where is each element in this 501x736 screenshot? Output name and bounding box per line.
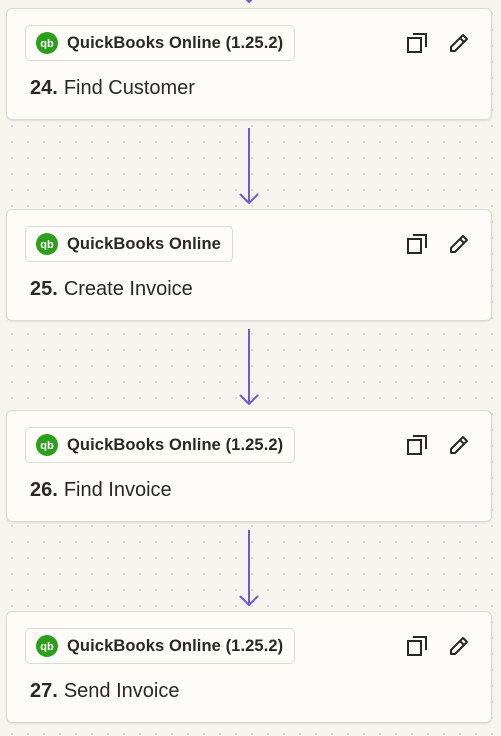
app-name: QuickBooks Online (1.25.2) <box>67 33 284 52</box>
step-name: Create Invoice <box>63 278 193 300</box>
step-connector-arrow <box>239 128 259 205</box>
edit-icon[interactable] <box>447 232 471 256</box>
app-chip[interactable]: qb QuickBooks Online <box>25 226 233 262</box>
app-chip[interactable]: qb QuickBooks Online (1.25.2) <box>25 628 296 664</box>
svg-text:qb: qb <box>40 641 54 652</box>
step-name: Send Invoice <box>63 680 180 702</box>
step-connector-arrow <box>239 0 259 6</box>
app-chip[interactable]: qb QuickBooks Online (1.25.2) <box>25 25 296 61</box>
copy-icon[interactable] <box>405 433 429 457</box>
edit-icon[interactable] <box>447 433 471 457</box>
step-actions <box>405 31 471 55</box>
workflow-step-card[interactable]: qb QuickBooks Online (1.25.2) 26. Find In… <box>6 410 492 522</box>
app-name: QuickBooks Online (1.25.2) <box>67 636 284 655</box>
step-title: 24. Find Customer <box>30 77 195 100</box>
step-name: Find Invoice <box>63 479 172 501</box>
edit-icon[interactable] <box>447 634 471 658</box>
step-actions <box>405 634 471 658</box>
copy-icon[interactable] <box>405 634 429 658</box>
copy-icon[interactable] <box>405 31 429 55</box>
step-number: 27. <box>30 680 58 702</box>
quickbooks-icon: qb <box>36 635 58 657</box>
svg-text:qb: qb <box>40 440 54 451</box>
app-chip[interactable]: qb QuickBooks Online (1.25.2) <box>25 427 296 463</box>
step-title: 27. Send Invoice <box>30 680 179 703</box>
workflow-step-card[interactable]: qb QuickBooks Online 25. Create Invoice <box>6 209 492 321</box>
copy-icon[interactable] <box>405 232 429 256</box>
step-actions <box>405 232 471 256</box>
step-name: Find Customer <box>63 77 195 99</box>
quickbooks-icon: qb <box>36 434 58 456</box>
step-actions <box>405 433 471 457</box>
app-name: QuickBooks Online <box>67 234 221 253</box>
workflow-step-card[interactable]: qb QuickBooks Online (1.25.2) 24. Find Cu… <box>6 8 492 120</box>
quickbooks-icon: qb <box>36 32 58 54</box>
step-number: 25. <box>30 278 58 300</box>
svg-text:qb: qb <box>40 38 54 49</box>
step-connector-arrow <box>239 530 259 607</box>
step-number: 24. <box>30 77 58 99</box>
step-connector-arrow <box>239 329 259 406</box>
quickbooks-icon: qb <box>36 233 58 255</box>
step-title: 25. Create Invoice <box>30 278 193 301</box>
svg-text:qb: qb <box>40 239 54 250</box>
app-name: QuickBooks Online (1.25.2) <box>67 435 284 454</box>
workflow-step-card[interactable]: qb QuickBooks Online (1.25.2) 27. Send In… <box>6 611 492 723</box>
step-title: 26. Find Invoice <box>30 479 172 502</box>
edit-icon[interactable] <box>447 31 471 55</box>
step-number: 26. <box>30 479 58 501</box>
